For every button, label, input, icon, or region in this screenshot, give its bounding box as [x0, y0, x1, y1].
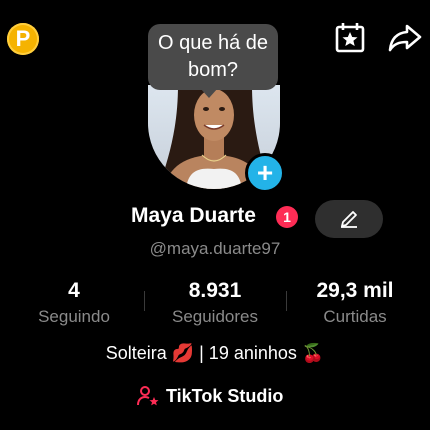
pencil-icon [341, 211, 357, 228]
profile-bio: Solteira 💋 | 19 aninhos 🍒 [105, 343, 325, 363]
share-arrow-icon[interactable] [387, 20, 423, 56]
calendar-star-icon[interactable] [333, 20, 369, 56]
stat-divider [286, 291, 287, 311]
tooltip-bubble[interactable]: O que há de bom? [148, 24, 278, 90]
stat-label: Curtidas [323, 307, 387, 326]
stat-value: 4 [68, 279, 80, 302]
person-star-icon [137, 386, 159, 406]
tiktok-studio-link[interactable]: TikTok Studio [136, 384, 283, 408]
stat-label: Seguindo [38, 307, 110, 326]
stat-value: 29,3 mil [316, 279, 394, 302]
tooltip-line-2: bom? [187, 59, 239, 81]
profile-handle: @maya.duarte97 [149, 239, 281, 258]
stat-likes[interactable]: 29,3 mil Curtidas [300, 279, 410, 327]
notification-badge[interactable]: 1 [276, 206, 298, 228]
tiktok-studio-label: TikTok Studio [166, 385, 284, 406]
stat-divider [144, 291, 145, 311]
stat-value: 8.931 [188, 279, 242, 302]
plus-icon[interactable]: + [245, 153, 285, 193]
tooltip-tail [200, 88, 218, 98]
coin-p-icon[interactable]: P [7, 23, 39, 55]
tooltip-line-1: O que há de [157, 32, 269, 54]
profile-name: Maya Duarte [131, 204, 256, 227]
stat-followers[interactable]: 8.931 Seguidores [150, 279, 280, 327]
stat-following[interactable]: 4 Seguindo [22, 279, 126, 327]
stat-label: Seguidores [171, 307, 258, 326]
edit-profile-button[interactable] [315, 200, 383, 238]
